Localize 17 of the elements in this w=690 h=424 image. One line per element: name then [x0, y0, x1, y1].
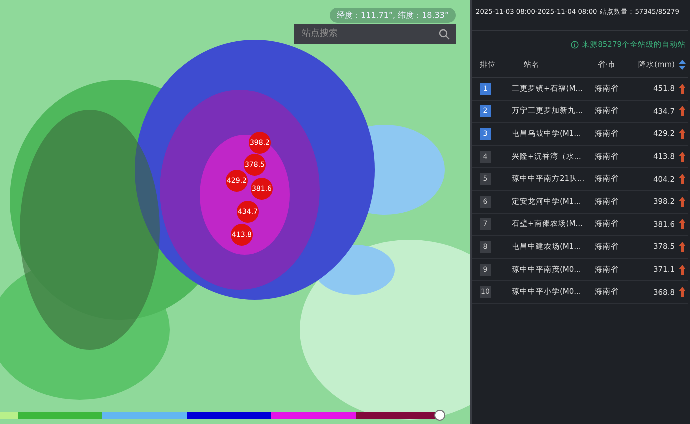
station-search-field[interactable]: 站点搜索 — [300, 28, 439, 40]
color-legend-slider[interactable] — [0, 409, 446, 422]
up-arrow-icon — [679, 242, 686, 252]
search-icon[interactable] — [439, 28, 450, 40]
up-arrow-icon — [679, 196, 686, 207]
up-arrow-icon — [679, 174, 686, 184]
search-bar[interactable]: 站点搜索 — [294, 24, 456, 44]
up-arrow-icon — [679, 106, 686, 116]
sort-icon[interactable] — [679, 60, 686, 70]
up-arrow-icon — [679, 219, 686, 230]
up-arrow-icon — [679, 287, 686, 298]
up-arrow-icon — [679, 152, 686, 162]
up-arrow-icon — [679, 128, 686, 139]
info-icon — [571, 41, 580, 49]
up-arrow-icon — [679, 84, 686, 94]
coordinates-label: 经度：111.71°, 纬度：18.33° — [330, 8, 456, 23]
up-arrow-icon — [679, 264, 686, 275]
